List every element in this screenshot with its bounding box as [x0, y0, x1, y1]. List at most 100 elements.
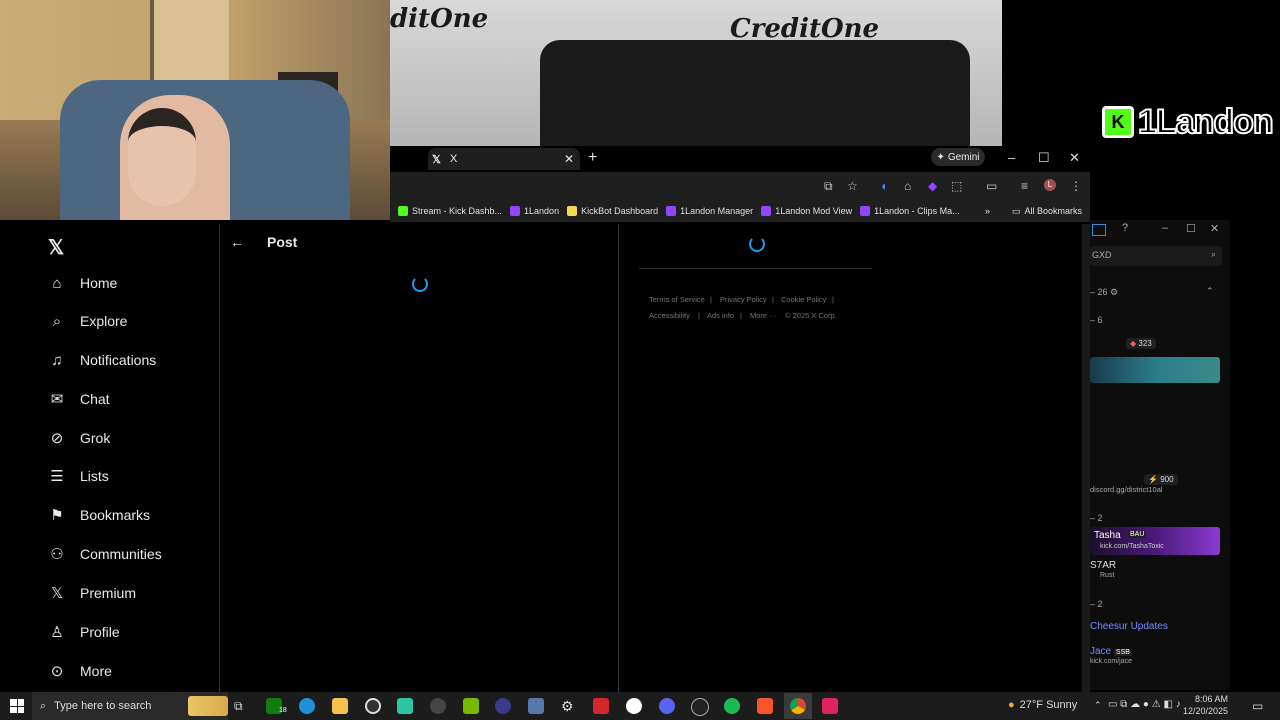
more-link[interactable]: More ··· — [750, 311, 777, 320]
extensions-puzzle-icon[interactable]: ⬚ — [951, 179, 962, 193]
bookmark-item[interactable]: 1Landon Mod View — [761, 206, 852, 216]
scrollbar[interactable] — [1082, 224, 1090, 692]
bookmark-item[interactable]: 1Landon — [510, 206, 559, 216]
nav-communities[interactable]: ⚇ Communities — [48, 541, 161, 567]
terms-link[interactable]: Terms of Service — [649, 295, 705, 304]
all-bookmarks-button[interactable]: ▭ All Bookmarks — [1012, 206, 1082, 217]
collapse-icon[interactable]: ⌃ — [1206, 286, 1214, 297]
new-tab-button[interactable]: + — [588, 149, 597, 167]
bookmark-item[interactable]: Stream - Kick Dashb... — [398, 206, 502, 216]
discord-link[interactable]: discord.gg/district10al — [1090, 485, 1163, 494]
fire-icon: ◆ — [1130, 339, 1137, 348]
x-logo-icon[interactable]: 𝕏 — [48, 235, 64, 260]
cookie-link[interactable]: Cookie Policy — [781, 295, 826, 304]
bookmark-item[interactable]: 1Landon Manager — [666, 206, 753, 216]
panel-search-input[interactable]: GXD ⌕ — [1090, 246, 1222, 266]
streamer-tag: SSB — [1113, 649, 1132, 656]
extension-twitch-icon[interactable]: ◆ — [928, 179, 937, 193]
gemini-button[interactable]: ✦ Gemini — [931, 148, 985, 166]
streamer-name[interactable]: Jace SSB — [1090, 646, 1132, 657]
nav-chat[interactable]: ✉ Chat — [48, 386, 110, 412]
sparkle-icon: ✦ — [936, 151, 945, 163]
notification-center-icon[interactable]: ▭ — [1252, 699, 1263, 713]
footer-separator: | — [772, 295, 774, 304]
steam-icon[interactable] — [365, 698, 381, 714]
nav-label: Premium — [80, 585, 137, 601]
file-explorer-icon[interactable] — [332, 698, 348, 714]
app-arrow-icon[interactable] — [430, 698, 446, 714]
close-window-button[interactable]: ✕ — [1069, 150, 1080, 166]
maximize-icon[interactable]: ☐ — [1186, 222, 1196, 235]
discord-icon[interactable] — [659, 698, 675, 714]
nav-label: Explore — [80, 313, 128, 329]
bookmark-label: 1Landon Manager — [680, 206, 754, 216]
search-highlight-image — [188, 696, 228, 716]
gear-icon[interactable]: ⚙ — [1110, 287, 1118, 297]
tab-close-icon[interactable]: ✕ — [564, 152, 574, 166]
accessibility-link[interactable]: Accessibility — [649, 311, 690, 320]
profile-avatar[interactable]: L — [1044, 179, 1056, 191]
task-view-icon[interactable]: ⧉ — [234, 699, 243, 714]
nav-explore[interactable]: ⌕ Explore — [48, 308, 128, 334]
chrome-menu-icon[interactable]: ⋮ — [1070, 179, 1082, 193]
system-clock[interactable]: 8:06 AM 12/20/2025 — [1183, 693, 1228, 717]
bookmarks-bar: Stream - Kick Dashb... 1Landon KickBot D… — [390, 200, 1090, 222]
bookmark-item[interactable]: KickBot Dashboard — [567, 206, 658, 216]
minimize-icon[interactable]: – — [1162, 222, 1168, 234]
privacy-link[interactable]: Privacy Policy — [720, 295, 767, 304]
more-icon: ⊙ — [50, 663, 64, 680]
taskbar-search[interactable]: ⌕ Type here to search — [32, 692, 228, 720]
maximize-button[interactable]: ☐ — [1038, 150, 1050, 166]
edge-icon[interactable] — [299, 698, 315, 714]
star-icon[interactable]: ☆ — [847, 179, 858, 193]
streamer-name[interactable]: Cheesur Updates — [1090, 621, 1168, 632]
google-icon[interactable] — [626, 698, 642, 714]
ads-info-link[interactable]: Ads info — [707, 311, 734, 320]
weather-widget[interactable]: ● 27°F Sunny — [1008, 699, 1077, 711]
gemini-label: Gemini — [947, 151, 980, 163]
media-player-icon[interactable] — [495, 698, 511, 714]
tray-chevron-icon[interactable]: ⌃ — [1094, 700, 1102, 711]
help-icon[interactable]: ? — [1122, 222, 1128, 234]
brave-icon[interactable] — [757, 698, 773, 714]
bookmark-item[interactable]: 1Landon - Clips Ma... — [860, 206, 960, 216]
close-icon[interactable]: ✕ — [1210, 222, 1219, 235]
calculator-icon[interactable] — [528, 698, 544, 714]
minimize-button[interactable]: – — [1008, 150, 1015, 165]
windows-start-icon[interactable] — [10, 699, 24, 713]
channel-overlay: K 1Landon — [1102, 102, 1275, 142]
spotify-icon[interactable] — [724, 698, 740, 714]
nav-home[interactable]: ⌂ Home — [48, 270, 117, 296]
recorder-icon[interactable] — [593, 698, 609, 714]
extension-gamepad-icon[interactable]: ⌂ — [904, 179, 911, 193]
obs-icon[interactable] — [691, 698, 709, 716]
nav-notifications[interactable]: ♫ Notifications — [48, 347, 156, 373]
streamer-name[interactable]: S7AR — [1090, 560, 1116, 571]
install-app-icon[interactable]: ⧉ — [824, 179, 833, 194]
bell-icon: ♫ — [51, 351, 63, 369]
nav-profile[interactable]: ♙ Profile — [48, 619, 119, 645]
extension-audio-icon[interactable]: ◖ — [880, 179, 887, 193]
nav-grok[interactable]: ⊘ Grok — [48, 425, 111, 451]
tray-icons[interactable]: ▭ ⧉ ☁ ● ⚠ ◧ ♪ — [1108, 699, 1181, 710]
folder-icon: ▭ — [1011, 205, 1021, 216]
more-bookmarks-icon[interactable]: » — [985, 206, 990, 216]
nav-bookmarks[interactable]: ⚑ Bookmarks — [48, 502, 150, 528]
nav-lists[interactable]: ☰ Lists — [48, 463, 109, 489]
nav-premium[interactable]: 𝕏 Premium — [48, 580, 136, 606]
store-icon[interactable] — [397, 698, 413, 714]
nav-label: Lists — [80, 468, 109, 484]
back-arrow-icon[interactable]: ← — [230, 234, 244, 250]
nav-more[interactable]: ⊙ More — [48, 658, 112, 684]
browser-tab[interactable]: 𝕏 X ✕ — [428, 148, 580, 170]
app-download-icon[interactable] — [822, 698, 838, 714]
nvidia-icon[interactable] — [463, 698, 479, 714]
settings-gear-icon[interactable]: ⚙ — [561, 698, 574, 715]
side-panel-icon[interactable]: ▭ — [986, 179, 997, 193]
video-brand: CreditOne — [730, 14, 880, 44]
column-divider — [618, 224, 619, 692]
media-control-icon[interactable]: ≡ — [1021, 179, 1028, 193]
chrome-icon[interactable] — [790, 698, 806, 714]
stream-card-tasha[interactable]: Tasha BAU kick.com/TashaToxic — [1090, 527, 1220, 555]
stream-banner[interactable] — [1090, 357, 1220, 383]
